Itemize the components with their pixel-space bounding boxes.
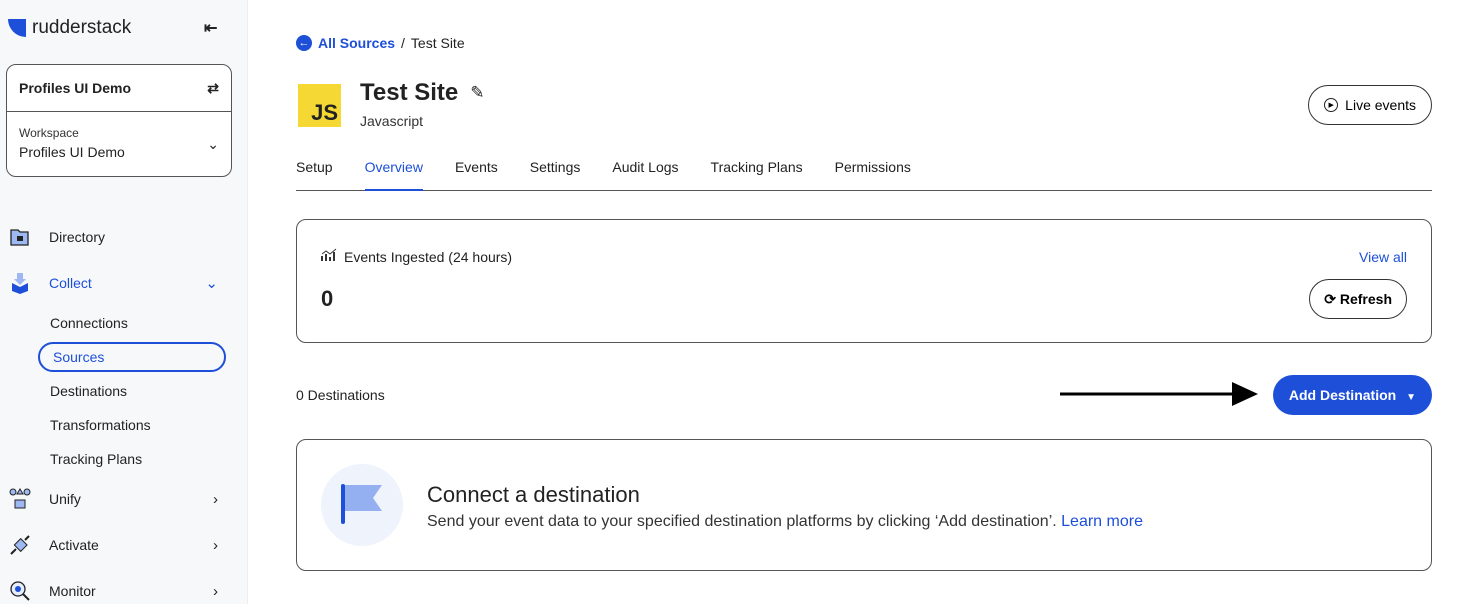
flag-icon [321, 464, 403, 546]
source-name: Test Site [360, 79, 459, 106]
nav-label: Activate [49, 537, 99, 553]
workspace-select[interactable]: Workspace Profiles UI Demo ⌄ [7, 112, 231, 174]
nav-activate[interactable]: Activate › [0, 522, 248, 568]
javascript-logo: JS [298, 84, 341, 127]
chevron-down-icon: ⌄ [207, 136, 219, 152]
description-text: Send your event data to your specified d… [427, 513, 1057, 530]
tab-events[interactable]: Events [455, 155, 498, 191]
nav-label: Monitor [49, 583, 96, 599]
nav-sources[interactable]: Sources [38, 342, 226, 372]
nav-monitor[interactable]: Monitor › [0, 568, 248, 614]
org-name: Profiles UI Demo [19, 80, 132, 96]
live-events-button[interactable]: ▶ Live events [1308, 85, 1432, 125]
events-count: 0 [321, 286, 334, 311]
nav-directory[interactable]: Directory [0, 214, 248, 260]
logo-mark-icon [8, 19, 26, 37]
nav-label: Unify [49, 491, 81, 507]
nav-label: Directory [49, 229, 106, 245]
tab-setup[interactable]: Setup [296, 155, 333, 191]
caret-down-icon: ▼ [1406, 392, 1416, 403]
tab-bar: Setup Overview Events Settings Audit Log… [296, 155, 1432, 191]
page-title: Test Site ✎ [360, 79, 485, 107]
unify-icon [8, 487, 32, 511]
tab-audit-logs[interactable]: Audit Logs [612, 155, 678, 191]
chevron-right-icon: › [213, 582, 218, 600]
nav-tracking-plans[interactable]: Tracking Plans [0, 442, 248, 476]
tab-overview[interactable]: Overview [364, 155, 423, 191]
nav-label: Collect [49, 275, 92, 291]
tab-settings[interactable]: Settings [530, 155, 581, 191]
add-destination-label: Add Destination [1288, 387, 1397, 403]
breadcrumb-separator: / [401, 35, 405, 51]
swap-icon: ⇄ [207, 79, 219, 96]
chevron-down-icon: ⌄ [205, 275, 218, 292]
source-type: Javascript [360, 113, 424, 129]
nav-transformations[interactable]: Transformations [0, 408, 248, 442]
events-label: Events Ingested (24 hours) [321, 248, 512, 265]
main-content: ← All Sources / Test Site JS Test Site ✎ … [248, 0, 1458, 604]
plug-icon [8, 533, 32, 557]
nav-collect[interactable]: Collect ⌄ [0, 260, 248, 306]
edit-pencil-icon[interactable]: ✎ [470, 83, 484, 103]
workspace-label: Workspace [19, 126, 79, 140]
chart-icon [321, 248, 337, 265]
breadcrumb-current: Test Site [410, 35, 465, 51]
tab-permissions[interactable]: Permissions [835, 155, 911, 191]
workspace-switcher: Profiles UI Demo ⇄ Workspace Profiles UI … [6, 64, 232, 177]
collect-box-icon [8, 271, 32, 295]
empty-state-description: Send your event data to your specified d… [427, 513, 1143, 531]
chevron-right-icon: › [213, 490, 218, 508]
empty-state-title: Connect a destination [427, 482, 640, 507]
breadcrumb-all-sources[interactable]: All Sources [318, 35, 395, 51]
refresh-icon: ⟳ [1324, 290, 1340, 307]
back-arrow-icon[interactable]: ← [296, 35, 312, 51]
refresh-button[interactable]: ⟳ Refresh [1309, 279, 1407, 319]
events-label-text: Events Ingested (24 hours) [344, 248, 513, 265]
nav-destinations[interactable]: Destinations [0, 374, 248, 408]
destinations-count: 0 Destinations [296, 387, 385, 403]
workspace-value: Profiles UI Demo [19, 144, 125, 160]
nav-connections[interactable]: Connections [0, 306, 248, 340]
monitor-eye-icon [8, 579, 32, 603]
view-all-link[interactable]: View all [1359, 249, 1407, 265]
nav-unify[interactable]: Unify › [0, 476, 248, 522]
arrow-annotation-icon [1060, 382, 1258, 406]
rudderstack-logo[interactable]: rudderstack [8, 17, 131, 39]
refresh-label: Refresh [1339, 290, 1392, 307]
brand-name: rudderstack [32, 17, 132, 38]
main-nav: Directory Collect ⌄ Connections Sources D… [0, 214, 248, 614]
folder-icon [8, 225, 32, 249]
add-destination-button[interactable]: Add Destination ▼ [1272, 375, 1432, 415]
sidebar: rudderstack ⇤ Profiles UI Demo ⇄ Workspac… [0, 0, 248, 604]
events-ingested-card: Events Ingested (24 hours) 0 View all ⟳ … [296, 219, 1432, 343]
collapse-sidebar-icon[interactable]: ⇤ [204, 18, 217, 38]
live-events-label: Live events [1345, 97, 1416, 113]
breadcrumb: ← All Sources / Test Site [296, 35, 465, 51]
connect-destination-card: Connect a destination Send your event da… [296, 439, 1432, 571]
org-switch[interactable]: Profiles UI Demo ⇄ [7, 65, 231, 112]
chevron-right-icon: › [213, 536, 218, 554]
play-circle-icon: ▶ [1324, 98, 1339, 112]
tab-tracking-plans[interactable]: Tracking Plans [711, 155, 803, 191]
learn-more-link[interactable]: Learn more [1061, 513, 1143, 530]
